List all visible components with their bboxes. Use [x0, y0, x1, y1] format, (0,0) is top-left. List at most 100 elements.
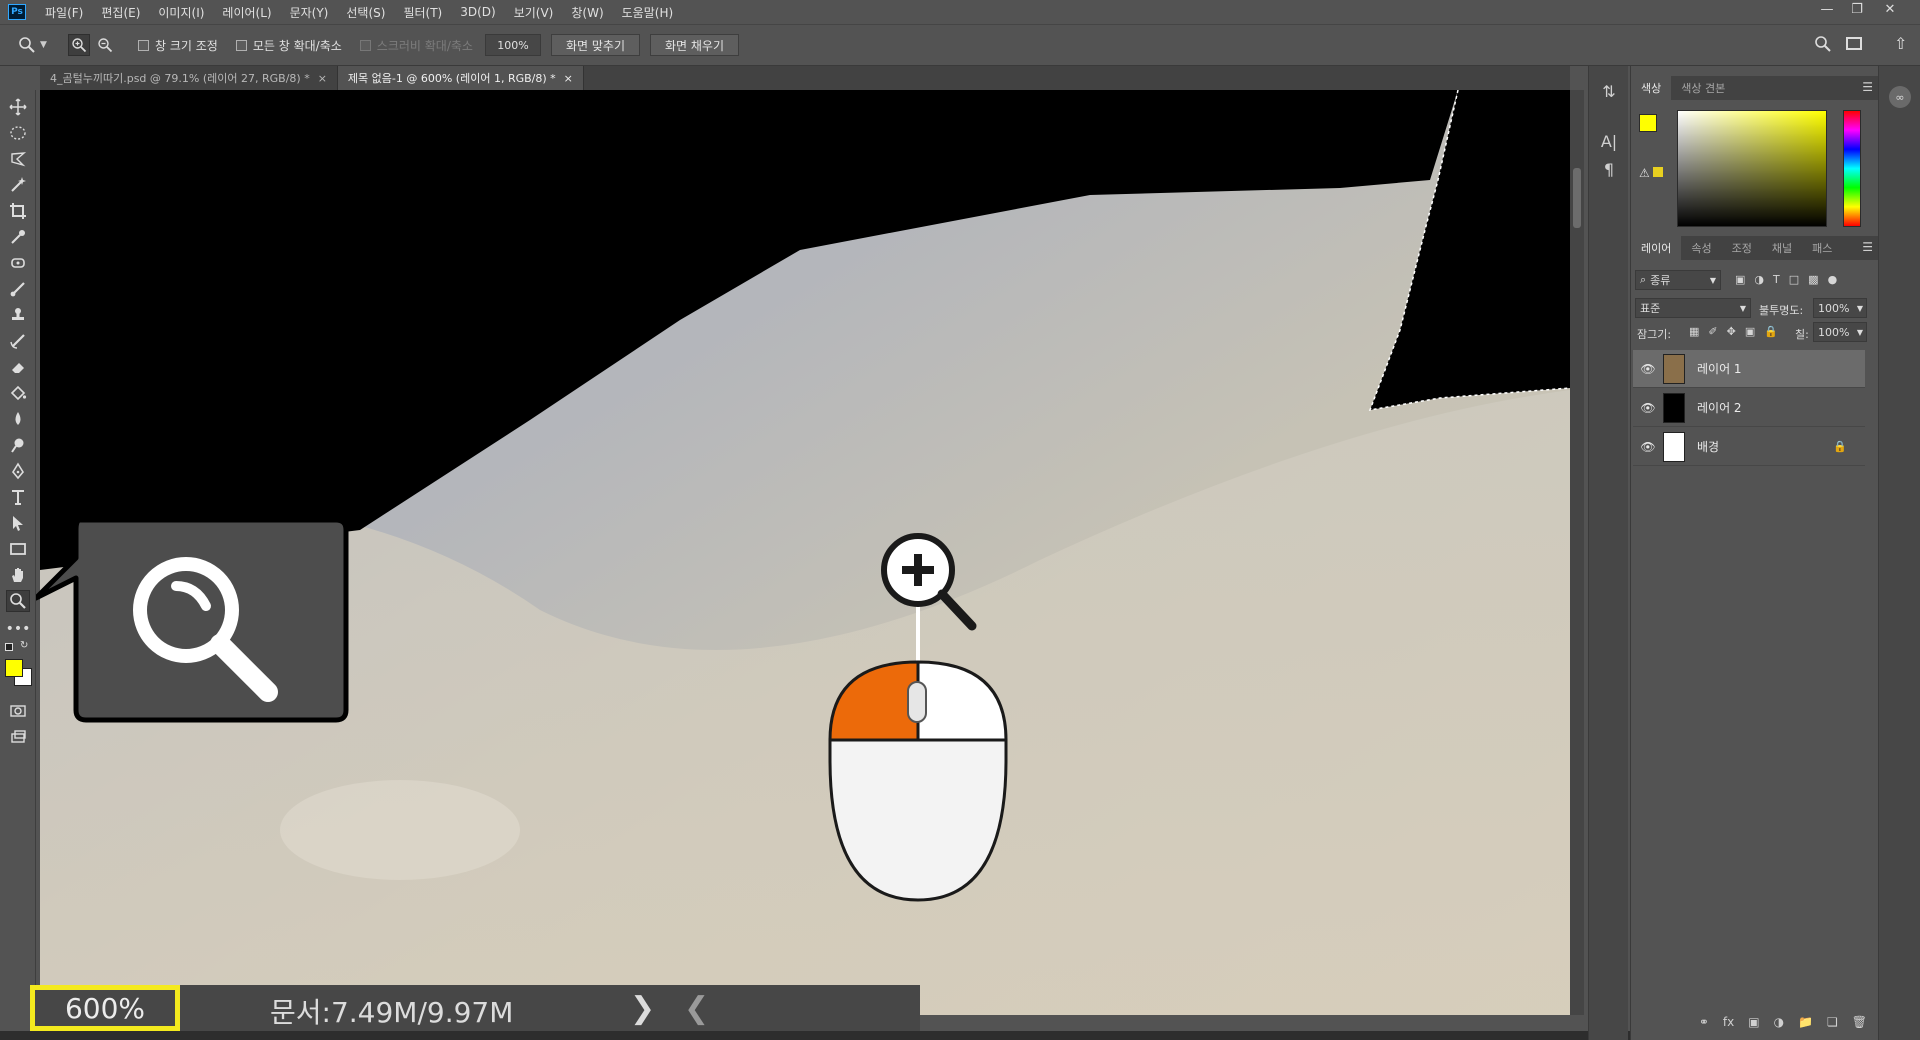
menu-filter[interactable]: 필터(T) [394, 4, 451, 21]
history-panel-icon[interactable]: ⇅ [1598, 80, 1620, 102]
zoom-percent-field[interactable]: 100% [484, 34, 541, 56]
marquee-tool-icon[interactable] [6, 122, 30, 144]
more-tools-icon[interactable]: ••• [6, 618, 31, 640]
delete-layer-icon[interactable]: 🗑 [1852, 1015, 1867, 1029]
menu-select[interactable]: 선택(S) [337, 4, 394, 21]
visibility-eye-icon[interactable]: 👁 [1633, 440, 1663, 454]
document-size-info[interactable]: 문서:7.49M/9.97M [270, 991, 513, 1031]
close-tab-icon[interactable]: × [564, 72, 573, 85]
out-of-gamut-warning-icon[interactable]: ⚠ [1639, 166, 1650, 180]
visibility-eye-icon[interactable]: 👁 [1633, 362, 1663, 376]
tab-layers[interactable]: 레이어 [1631, 236, 1682, 260]
paint-bucket-tool-icon[interactable] [6, 382, 30, 404]
filter-shape-icon[interactable]: □ [1789, 273, 1799, 286]
layer-row-background[interactable]: 👁 배경 🔒 [1633, 428, 1865, 466]
restore-icon[interactable]: ❐ [1847, 2, 1867, 20]
opacity-field[interactable]: 100% ▼ [1813, 298, 1867, 318]
menu-window[interactable]: 창(W) [562, 4, 612, 21]
tab-document-1[interactable]: 4_곰털누끼따기.psd @ 79.1% (레이어 27, RGB/8) * × [40, 66, 338, 90]
lock-artboard-icon[interactable]: ▣ [1745, 325, 1755, 338]
zoom-tool-icon[interactable] [6, 590, 30, 612]
character-panel-icon[interactable]: A| [1598, 130, 1620, 152]
magic-wand-tool-icon[interactable] [6, 174, 30, 196]
lock-all-icon[interactable]: 🔒 [1764, 325, 1778, 338]
fit-screen-button[interactable]: 화면 맞추기 [550, 34, 640, 56]
quick-mask-icon[interactable] [6, 700, 30, 722]
screen-mode-icon[interactable] [6, 726, 30, 748]
visibility-eye-icon[interactable]: 👁 [1633, 401, 1663, 415]
type-tool-icon[interactable] [6, 486, 30, 508]
layer-row-2[interactable]: 👁 레이어 2 [1633, 389, 1865, 427]
blend-mode-select[interactable]: 표준 ▼ [1635, 298, 1751, 318]
layer-mask-icon[interactable]: ▣ [1748, 1015, 1759, 1029]
share-icon[interactable]: ⇧ [1894, 34, 1907, 53]
search-icon[interactable] [1814, 35, 1832, 57]
resize-windows-checkbox[interactable]: 창 크기 조정 [138, 37, 218, 54]
history-brush-tool-icon[interactable] [6, 330, 30, 352]
fill-field[interactable]: 100% ▼ [1813, 322, 1867, 342]
link-layers-icon[interactable]: ⚭ [1699, 1015, 1709, 1029]
menu-3d[interactable]: 3D(D) [451, 5, 504, 19]
layer-style-icon[interactable]: fx [1723, 1015, 1734, 1029]
layer-row-1[interactable]: 👁 레이어 1 [1633, 350, 1865, 388]
fill-screen-button[interactable]: 화면 채우기 [650, 34, 740, 56]
tab-swatches[interactable]: 색상 견본 [1671, 76, 1735, 100]
hue-slider[interactable] [1843, 110, 1861, 227]
blur-tool-icon[interactable] [6, 408, 30, 430]
move-tool-icon[interactable] [6, 96, 30, 118]
hand-tool-icon[interactable] [6, 564, 30, 586]
menu-layer[interactable]: 레이어(L) [213, 4, 280, 21]
scrollbar-thumb[interactable] [1573, 168, 1581, 228]
menu-view[interactable]: 보기(V) [505, 4, 563, 21]
new-group-icon[interactable]: 📁 [1798, 1015, 1813, 1029]
healing-brush-tool-icon[interactable] [6, 252, 30, 274]
foreground-color-swatch[interactable] [5, 659, 23, 677]
minimize-icon[interactable]: — [1817, 2, 1837, 20]
menu-type[interactable]: 문자(Y) [281, 4, 338, 21]
zoom-level-readout[interactable]: 600% [30, 985, 180, 1031]
zoom-tool-preset-icon[interactable]: ▼ [18, 36, 54, 54]
lock-transparency-icon[interactable]: ▦ [1689, 325, 1699, 338]
swap-colors-icon[interactable]: ↻ [20, 640, 28, 651]
paragraph-panel-icon[interactable]: ¶ [1598, 158, 1620, 180]
workspace-icon[interactable] [1846, 37, 1862, 50]
lock-paint-icon[interactable]: ✐ [1708, 325, 1717, 338]
zoom-in-mode-icon[interactable] [68, 34, 90, 56]
filter-smart-object-icon[interactable]: ▩ [1808, 273, 1818, 286]
tab-adjustments[interactable]: 조정 [1722, 236, 1762, 260]
vertical-scrollbar[interactable] [1570, 90, 1584, 1015]
filter-type-icon[interactable]: T [1773, 273, 1780, 286]
adjustment-layer-icon[interactable]: ◑ [1774, 1015, 1784, 1029]
panel-menu-icon[interactable]: ☰ [1862, 80, 1873, 94]
new-layer-icon[interactable]: ❏ [1827, 1015, 1838, 1029]
clone-stamp-tool-icon[interactable] [6, 304, 30, 326]
menu-help[interactable]: 도움말(H) [613, 4, 683, 21]
dodge-tool-icon[interactable] [6, 434, 30, 456]
eraser-tool-icon[interactable] [6, 356, 30, 378]
close-icon[interactable]: ✕ [1880, 2, 1900, 20]
brush-tool-icon[interactable] [6, 278, 30, 300]
color-picker-field[interactable] [1677, 110, 1827, 227]
lasso-tool-icon[interactable] [6, 148, 30, 170]
tab-properties[interactable]: 속성 [1681, 236, 1721, 260]
chevron-right-icon[interactable]: ❯ [630, 991, 655, 1026]
menu-image[interactable]: 이미지(I) [149, 4, 213, 21]
tab-channels[interactable]: 채널 [1762, 236, 1802, 260]
path-selection-tool-icon[interactable] [6, 512, 30, 534]
zoom-all-windows-checkbox[interactable]: 모든 창 확대/축소 [235, 37, 342, 54]
zoom-out-mode-icon[interactable] [94, 34, 116, 56]
color-panel-foreground-swatch[interactable] [1639, 114, 1657, 132]
menu-file[interactable]: 파일(F) [36, 4, 92, 21]
scrubby-zoom-checkbox[interactable]: 스크러비 확대/축소 [359, 37, 473, 54]
eyedropper-tool-icon[interactable] [6, 226, 30, 248]
menu-edit[interactable]: 편집(E) [92, 4, 149, 21]
layer-filter-select[interactable]: ⌕ 종류 ▼ [1635, 270, 1721, 290]
default-colors-icon[interactable] [5, 643, 13, 651]
lock-position-icon[interactable]: ✥ [1727, 325, 1736, 338]
crop-tool-icon[interactable] [6, 200, 30, 222]
pen-tool-icon[interactable] [6, 460, 30, 482]
panel-menu-icon[interactable]: ☰ [1862, 240, 1873, 254]
filter-adjustment-icon[interactable]: ◑ [1754, 273, 1764, 286]
close-tab-icon[interactable]: × [318, 72, 327, 85]
tab-color[interactable]: 색상 [1631, 76, 1672, 100]
